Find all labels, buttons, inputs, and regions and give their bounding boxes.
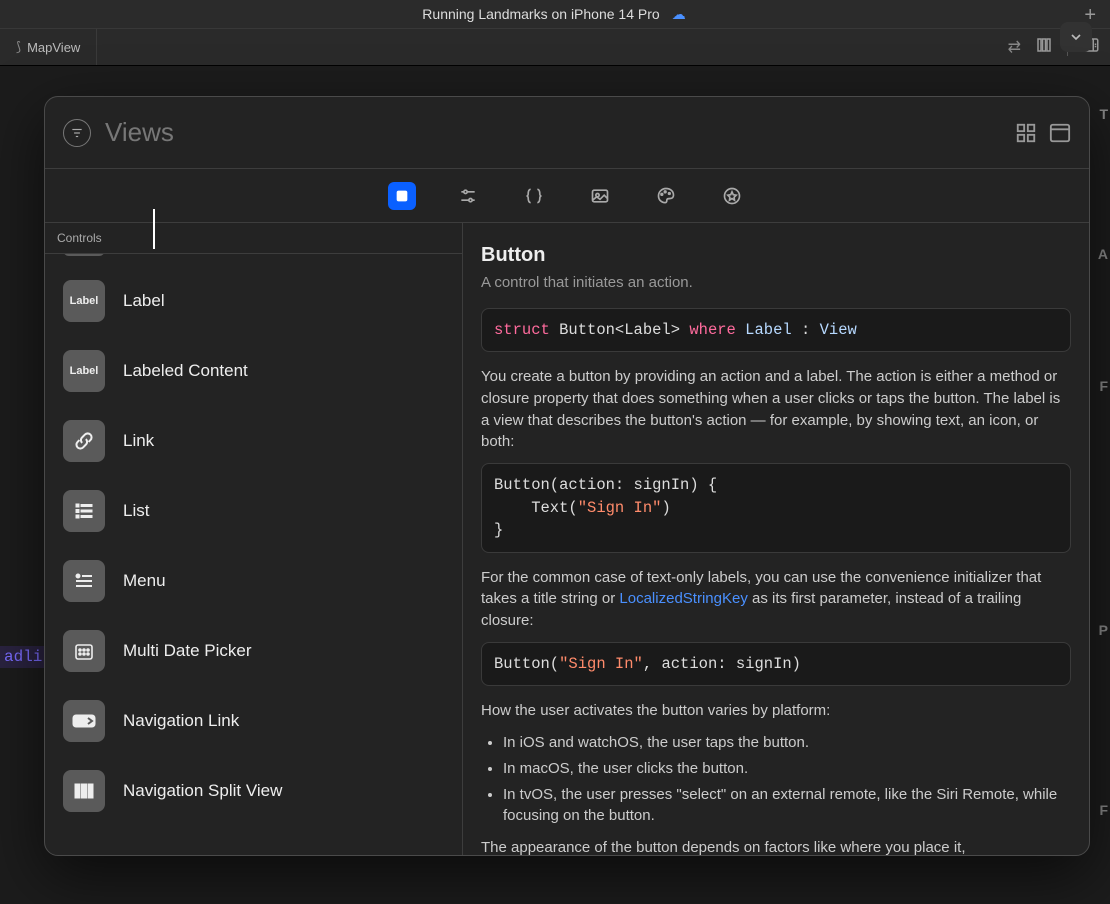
- sidebar-section-header: Controls: [45, 223, 462, 254]
- category-views-icon[interactable]: [388, 182, 416, 210]
- list-item-label: Link: [123, 431, 154, 451]
- titlebar-text: Running Landmarks on iPhone 14 Pro: [422, 6, 659, 22]
- filter-icon[interactable]: [63, 119, 91, 147]
- detail-paragraph: How the user activates the button varies…: [481, 700, 1071, 722]
- list-item-label: List: [123, 501, 149, 521]
- detail-paragraph: You create a button by providing an acti…: [481, 366, 1071, 453]
- category-media-icon[interactable]: [586, 182, 614, 210]
- list-item[interactable]: Navigation Link: [45, 686, 462, 756]
- splitview-icon: [63, 770, 105, 812]
- library-category-tabs: [45, 169, 1089, 223]
- groupbox-icon: [63, 254, 105, 256]
- list-item[interactable]: Multi Date Picker: [45, 616, 462, 686]
- grid-view-icon[interactable]: [1015, 122, 1037, 144]
- hint-letter: F: [1099, 802, 1108, 818]
- library-header: [45, 97, 1089, 169]
- localizedstringkey-link[interactable]: LocalizedStringKey: [619, 590, 747, 607]
- category-symbols-icon[interactable]: [718, 182, 746, 210]
- detail-platform-list: In iOS and watchOS, the user taps the bu…: [503, 732, 1071, 827]
- label-icon: Label: [63, 280, 105, 322]
- library-view-toggle: [1015, 122, 1071, 144]
- list-item-label: Navigation Link: [123, 711, 239, 731]
- detail-code-example-2: Button("Sign In", action: signIn): [481, 642, 1071, 686]
- detail-paragraph: The appearance of the button depends on …: [481, 837, 1071, 855]
- search-caret: [153, 209, 155, 249]
- library-detail[interactable]: Button A control that initiates an actio…: [463, 223, 1089, 855]
- library-popover: Controls Group Box Label Label Label Lab…: [44, 96, 1090, 856]
- list-item[interactable]: Menu: [45, 546, 462, 616]
- category-modifiers-icon[interactable]: [454, 182, 482, 210]
- menu-icon: [63, 560, 105, 602]
- window-titlebar: Running Landmarks on iPhone 14 Pro ☁ +: [0, 0, 1110, 28]
- detail-paragraph: For the common case of text-only labels,…: [481, 567, 1071, 632]
- category-color-icon[interactable]: [652, 182, 680, 210]
- list-item[interactable]: Group Box: [45, 254, 462, 266]
- swift-file-icon: ⟆: [16, 39, 21, 55]
- detail-view-icon[interactable]: [1049, 122, 1071, 144]
- detail-code-example-1: Button(action: signIn) { Text("Sign In")…: [481, 463, 1071, 552]
- editor-tab-bar: ⟆ MapView ⇄: [0, 28, 1110, 66]
- list-item-label: Label: [123, 291, 165, 311]
- list-bullet: In tvOS, the user presses "select" on an…: [503, 784, 1071, 828]
- hint-letter: A: [1098, 246, 1108, 262]
- list-item-label: Group Box: [123, 254, 204, 255]
- list-item-label: Menu: [123, 571, 166, 591]
- list-item-label: Navigation Split View: [123, 781, 282, 801]
- sidebar-list[interactable]: Group Box Label Label Label Labeled Cont…: [45, 254, 462, 855]
- hint-letter: T: [1099, 106, 1108, 122]
- list-icon: [63, 490, 105, 532]
- cloud-status-icon: ☁: [670, 8, 688, 20]
- detail-declaration: struct Button<Label> where Label : View: [481, 308, 1071, 352]
- library-sidebar: Controls Group Box Label Label Label Lab…: [45, 223, 463, 855]
- link-icon: [63, 420, 105, 462]
- list-item[interactable]: Label Labeled Content: [45, 336, 462, 406]
- library-dropdown-button[interactable]: [1060, 22, 1092, 52]
- datepicker-icon: [63, 630, 105, 672]
- list-item[interactable]: Navigation Split View: [45, 756, 462, 826]
- editor-code-fragment: adli: [0, 646, 46, 668]
- right-margin-hints: T A F P F: [1096, 58, 1110, 904]
- adjust-icon[interactable]: [1035, 36, 1053, 59]
- hint-letter: P: [1099, 622, 1108, 638]
- tab-mapview[interactable]: ⟆ MapView: [0, 29, 97, 65]
- list-bullet: In iOS and watchOS, the user taps the bu…: [503, 732, 1071, 754]
- tab-label: MapView: [27, 40, 80, 55]
- library-body: Controls Group Box Label Label Label Lab…: [45, 223, 1089, 855]
- library-search-input[interactable]: [105, 113, 1001, 152]
- hint-letter: F: [1099, 378, 1108, 394]
- list-item[interactable]: List: [45, 476, 462, 546]
- refresh-icon[interactable]: ⇄: [1008, 37, 1021, 57]
- detail-title: Button: [481, 241, 1071, 270]
- list-item[interactable]: Label Label: [45, 266, 462, 336]
- list-item-label: Multi Date Picker: [123, 641, 251, 661]
- list-item-label: Labeled Content: [123, 361, 248, 381]
- detail-subtitle: A control that initiates an action.: [481, 272, 1071, 294]
- list-bullet: In macOS, the user clicks the button.: [503, 758, 1071, 780]
- label-icon: Label: [63, 350, 105, 392]
- list-item[interactable]: Link: [45, 406, 462, 476]
- navlink-icon: [63, 700, 105, 742]
- category-snippets-icon[interactable]: [520, 182, 548, 210]
